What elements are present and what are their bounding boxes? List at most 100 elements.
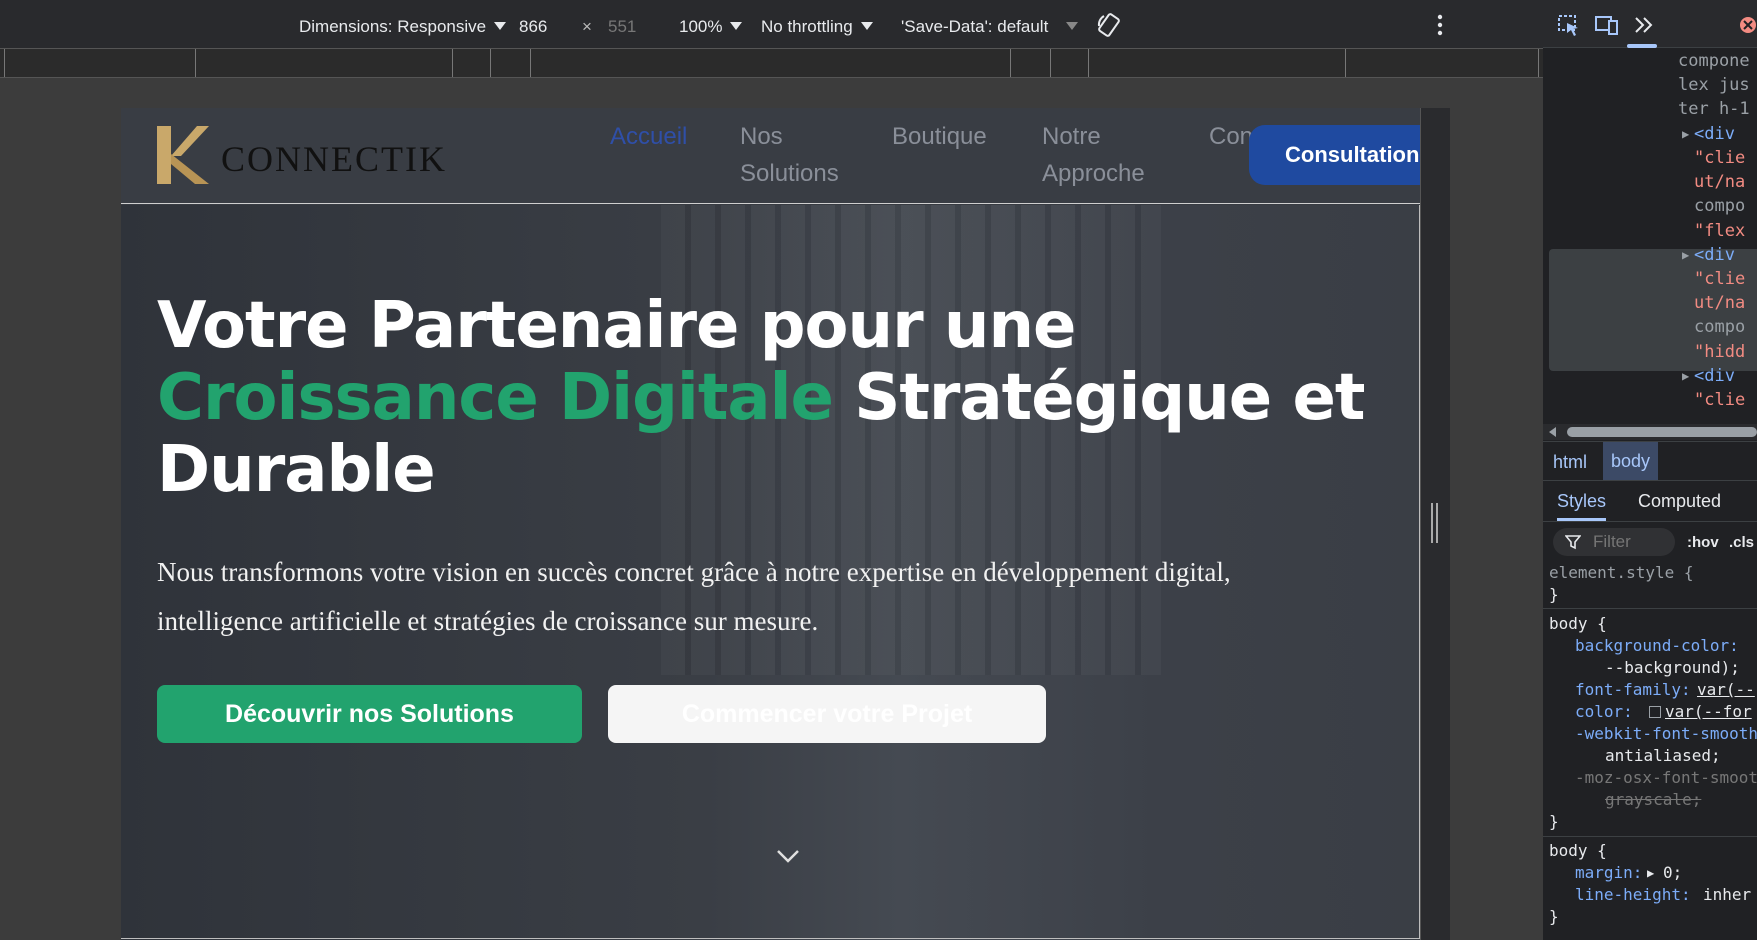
- tree-line: "clie: [1694, 269, 1746, 289]
- chevron-down-icon: [494, 22, 507, 30]
- site-header: CONNECTIK Accueil Nos Solutions Boutique…: [121, 108, 1420, 204]
- discover-solutions-button[interactable]: Découvrir nos Solutions: [157, 685, 582, 743]
- save-data-dropdown[interactable]: 'Save-Data': default: [901, 17, 1079, 37]
- expand-triangle-icon[interactable]: ▶: [1647, 862, 1654, 884]
- css-brace: }: [1549, 812, 1559, 831]
- chevron-down-icon[interactable]: [773, 841, 803, 871]
- tree-line: lex jus: [1678, 75, 1750, 95]
- tree-line: ut/na: [1694, 293, 1746, 313]
- css-value[interactable]: inher: [1703, 884, 1751, 906]
- dimensions-dropdown[interactable]: Dimensions: Responsive: [299, 17, 507, 37]
- devtools-toolbar: [1543, 0, 1757, 48]
- filter-icon: [1565, 535, 1581, 550]
- scrollbar-thumb[interactable]: [1567, 427, 1757, 437]
- device-toolbar: Dimensions: Responsive 866 × 551 100% No…: [0, 0, 1543, 48]
- css-value[interactable]: --background);: [1605, 657, 1740, 679]
- css-value[interactable]: var(--: [1697, 679, 1755, 701]
- css-selector[interactable]: body {: [1549, 613, 1607, 635]
- css-value[interactable]: var(--for: [1665, 701, 1752, 723]
- tree-line[interactable]: <div: [1694, 122, 1735, 147]
- color-swatch[interactable]: [1649, 706, 1661, 718]
- zoom-label: 100%: [679, 17, 723, 36]
- expand-triangle-icon[interactable]: ▶: [1682, 122, 1689, 147]
- device-stage: CONNECTIK Accueil Nos Solutions Boutique…: [0, 79, 1543, 940]
- breadcrumb-html[interactable]: html: [1553, 452, 1587, 473]
- css-property[interactable]: -moz-osx-font-smoot: [1575, 767, 1757, 789]
- elements-tree[interactable]: compone lex jus ter h-1 ▶ <div "clie ut/…: [1543, 49, 1757, 424]
- more-tabs-icon[interactable]: [1633, 14, 1657, 36]
- chevron-down-icon: [860, 22, 873, 30]
- width-input[interactable]: 866: [519, 17, 547, 37]
- css-value[interactable]: antialiased;: [1605, 745, 1721, 767]
- tree-line: "clie: [1694, 390, 1746, 410]
- error-badge-icon[interactable]: [1739, 16, 1757, 34]
- hero-title: Votre Partenaire pour une Croissance Digi…: [157, 290, 1387, 506]
- tree-line: compone: [1678, 51, 1750, 71]
- hero-subtitle: Nous transformons votre vision en succès…: [157, 557, 1231, 636]
- css-selector[interactable]: body {: [1549, 840, 1607, 862]
- css-property[interactable]: color:: [1575, 701, 1633, 723]
- css-selector[interactable]: element.style {: [1549, 562, 1694, 584]
- css-property[interactable]: font-family:: [1575, 679, 1691, 701]
- start-project-button[interactable]: Commencer votre Projet: [608, 685, 1046, 743]
- device-toggle-icon[interactable]: [1595, 14, 1619, 36]
- styles-filter-bar: :hov .cls: [1543, 522, 1757, 560]
- breadcrumb: html body: [1543, 441, 1757, 481]
- hero-section: Votre Partenaire pour une Croissance Digi…: [121, 205, 1420, 940]
- scroll-left-icon[interactable]: [1549, 427, 1556, 437]
- consultation-button[interactable]: Consultation: [1249, 125, 1420, 185]
- tree-line: compo: [1694, 317, 1746, 337]
- tab-styles[interactable]: Styles: [1557, 491, 1607, 521]
- css-property[interactable]: background-color:: [1575, 635, 1739, 657]
- css-property[interactable]: -webkit-font-smooth: [1575, 723, 1757, 745]
- expand-triangle-icon[interactable]: ▶: [1682, 243, 1689, 268]
- tree-line: "flex: [1694, 221, 1746, 241]
- nav-notre-approche[interactable]: Notre Approche: [1042, 118, 1172, 192]
- rotate-icon[interactable]: [1096, 12, 1122, 38]
- css-property[interactable]: margin:: [1575, 862, 1642, 884]
- throttling-dropdown[interactable]: No throttling: [761, 17, 873, 37]
- class-toggle[interactable]: .cls: [1729, 534, 1754, 551]
- devtools-panel: compone lex jus ter h-1 ▶ <div "clie ut/…: [1543, 0, 1757, 940]
- css-property[interactable]: line-height:: [1575, 884, 1691, 906]
- tree-horizontal-scrollbar[interactable]: [1543, 424, 1757, 440]
- styles-tabbar: Styles Computed: [1543, 482, 1757, 522]
- zoom-dropdown[interactable]: 100%: [679, 17, 743, 37]
- nav-nos-solutions[interactable]: Nos Solutions: [740, 118, 860, 192]
- tree-line: compo: [1694, 196, 1746, 216]
- times-icon: ×: [582, 17, 592, 36]
- throttling-label: No throttling: [761, 17, 853, 36]
- tree-line[interactable]: <div: [1694, 364, 1735, 389]
- active-tab-indicator: [1627, 44, 1657, 48]
- height-input[interactable]: 551: [608, 17, 636, 37]
- dimensions-label: Dimensions: Responsive: [299, 17, 487, 36]
- device-viewport: CONNECTIK Accueil Nos Solutions Boutique…: [121, 108, 1421, 940]
- tree-line: ter h-1: [1678, 99, 1750, 119]
- css-value[interactable]: grayscale;: [1605, 789, 1701, 811]
- tree-line[interactable]: <div: [1694, 243, 1735, 268]
- tree-line: "hidd: [1694, 342, 1746, 362]
- tab-computed[interactable]: Computed: [1638, 491, 1721, 512]
- styles-rules: element.style { } body { background-colo…: [1543, 562, 1757, 940]
- hero-title-part1: Votre Partenaire pour une: [157, 289, 1076, 363]
- chevron-down-icon: [730, 22, 743, 30]
- css-value[interactable]: 0;: [1663, 862, 1682, 884]
- logo-k-icon[interactable]: [157, 126, 209, 184]
- css-brace: }: [1549, 585, 1559, 604]
- more-options-icon[interactable]: [1436, 14, 1444, 36]
- breadcrumb-body[interactable]: body: [1603, 442, 1659, 480]
- hero-title-accent: Croissance Digitale: [157, 361, 834, 435]
- tree-line: ut/na: [1694, 172, 1746, 192]
- logo-text: CONNECTIK: [221, 139, 447, 179]
- save-data-label: 'Save-Data': default: [901, 17, 1049, 36]
- inspect-element-icon[interactable]: [1557, 14, 1581, 36]
- css-brace: }: [1549, 907, 1559, 926]
- hover-state-toggle[interactable]: :hov: [1687, 534, 1719, 551]
- tree-line: "clie: [1694, 148, 1746, 168]
- media-query-ruler[interactable]: [0, 48, 1543, 78]
- chevron-down-icon: [1066, 22, 1079, 30]
- expand-triangle-icon[interactable]: ▶: [1682, 364, 1689, 389]
- resize-handle[interactable]: [1431, 503, 1438, 543]
- nav-boutique[interactable]: Boutique: [892, 118, 987, 155]
- nav-accueil[interactable]: Accueil: [610, 118, 687, 155]
